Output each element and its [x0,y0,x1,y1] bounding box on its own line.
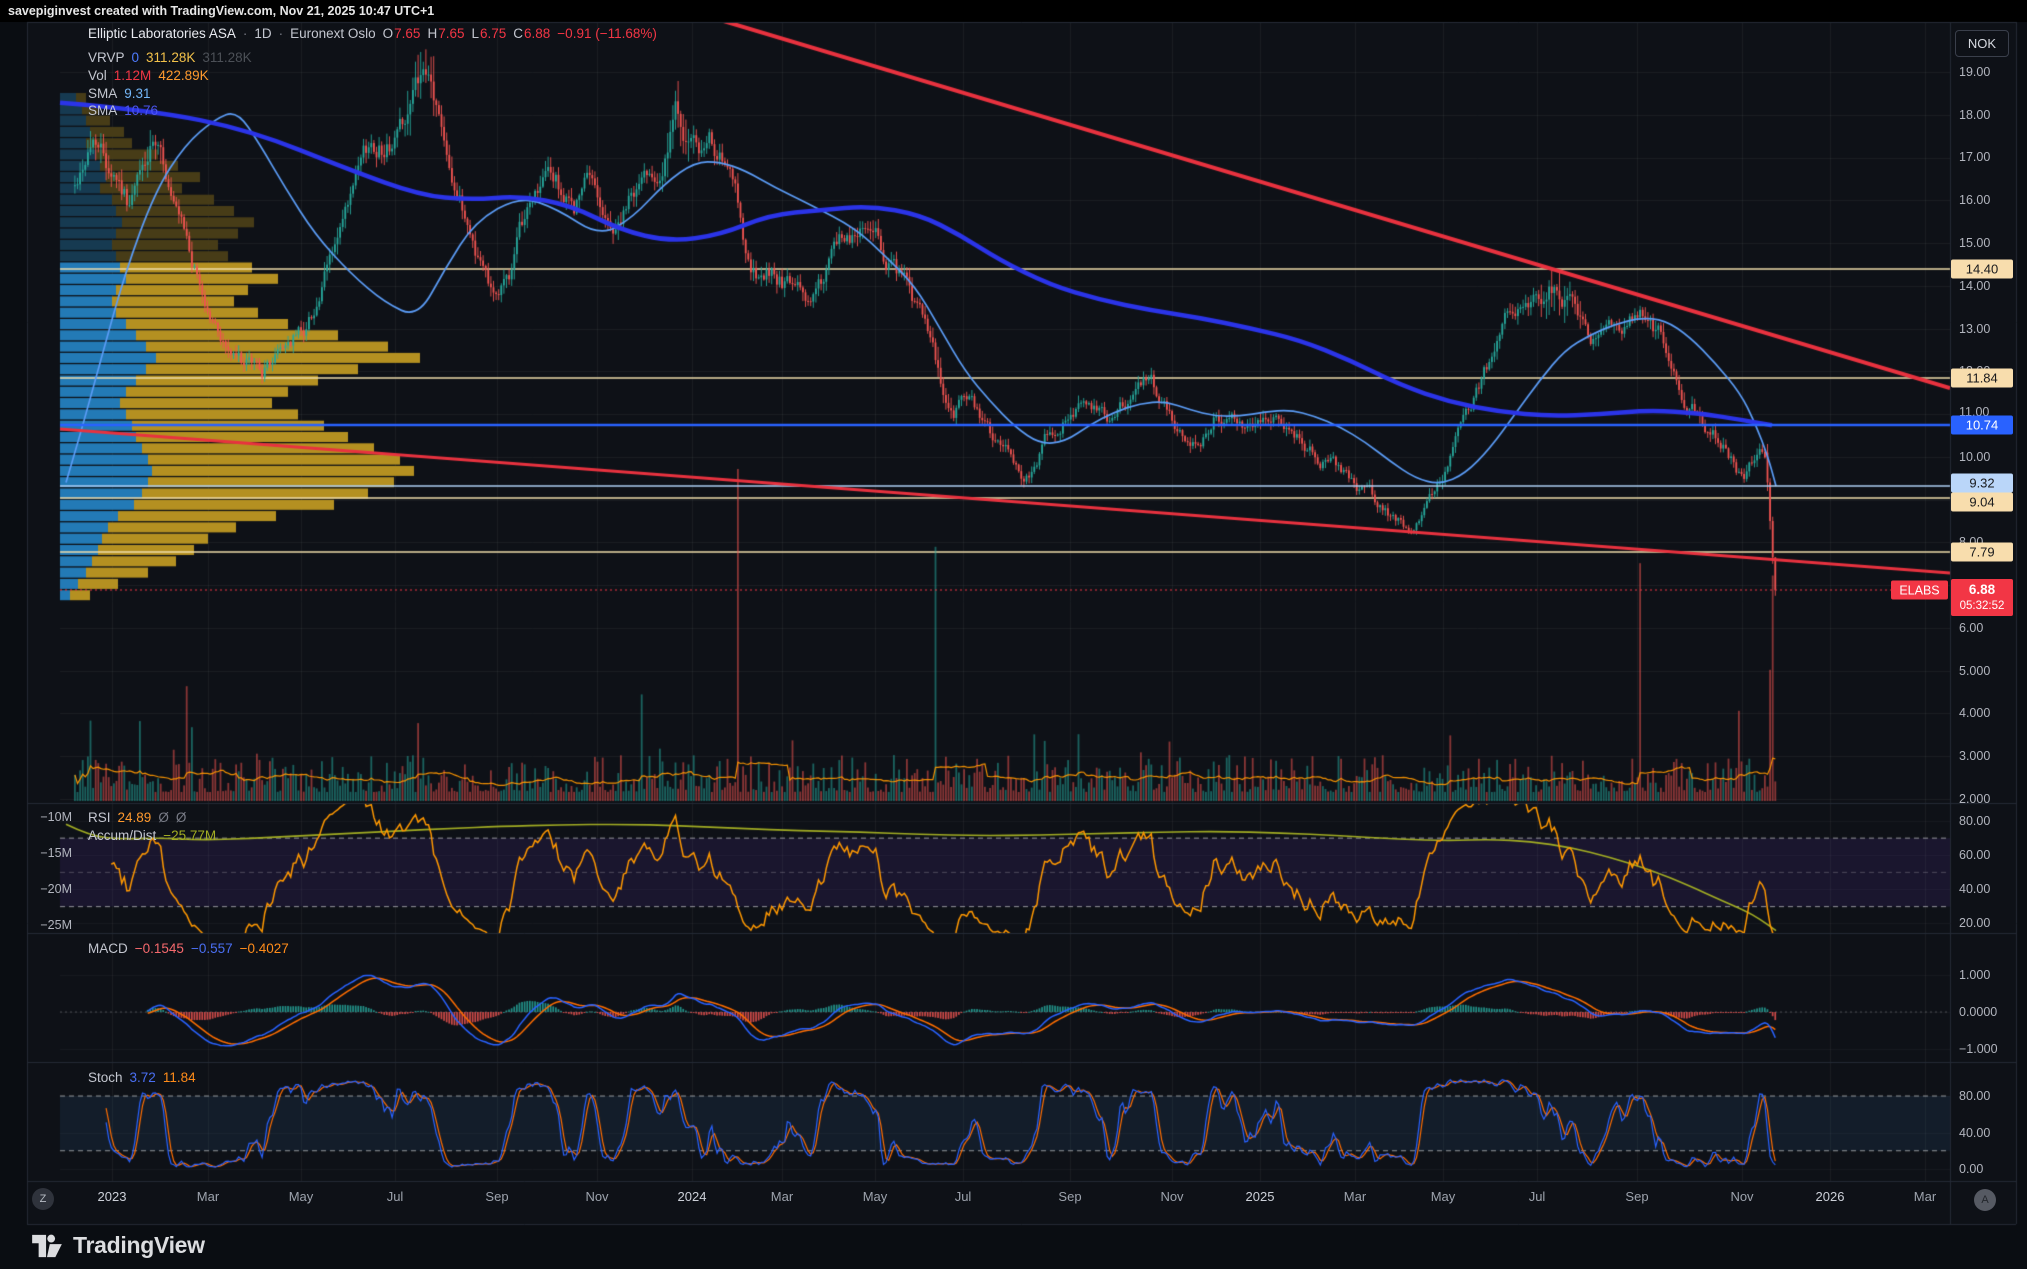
time-tick: Nov [1160,1189,1183,1204]
price-tick: 5.000 [1959,664,1990,678]
stoch-tick: 0.00 [1959,1162,1983,1176]
time-tick: May [289,1189,314,1204]
macd-tick: −1.000 [1959,1042,1998,1056]
rsi-tick: 20.00 [1959,916,1990,930]
symbol-title[interactable]: Elliptic Laboratories ASA [88,26,236,41]
symbol-legend-row[interactable]: Elliptic Laboratories ASA · 1D · Euronex… [88,26,657,41]
price-tick: 18.00 [1959,108,1990,122]
exchange-label: Euronext Oslo [290,26,376,41]
time-axis[interactable]: 2023 Mar May Jul Sep Nov 2024 Mar May Jul Sep Nov 20… [27,1181,2016,1224]
change-value: −0.91 (−11.68%) [557,26,657,41]
time-tick: 2023 [98,1189,127,1204]
time-tick: 2024 [678,1189,707,1204]
time-tick: Sep [1058,1189,1081,1204]
hidden-value-icon: Ø [176,810,187,825]
accum-dist-left-scale[interactable]: −10M −15M −20M −25M [28,803,72,933]
price-tick: 2.000 [1959,792,1990,806]
time-tick: Jul [387,1189,404,1204]
price-tick: 10.00 [1959,450,1990,464]
hidden-value-icon: Ø [158,810,169,825]
adjust-badge[interactable]: A [1974,1189,1996,1211]
price-tick: 3.000 [1959,749,1990,763]
symbol-price-label: ELABS [1891,581,1948,600]
accum-dist-tick: −20M [40,882,72,896]
timezone-badge[interactable]: Z [32,1188,54,1210]
tradingview-wordmark: TradingView [73,1232,205,1259]
time-tick: Mar [1344,1189,1366,1204]
rsi-tick: 60.00 [1959,848,1990,862]
time-tick: Jul [955,1189,972,1204]
price-tick: 13.00 [1959,322,1990,336]
last-price-value: 6.88 [1969,582,1995,599]
volume-legend-row[interactable]: Vol 1.12M 422.89K [88,68,209,83]
price-tick: 17.00 [1959,150,1990,164]
price-level-tag: 9.04 [1951,493,2013,512]
rsi-tick: 40.00 [1959,882,1990,896]
price-tick: 16.00 [1959,193,1990,207]
currency-button[interactable]: NOK [1955,30,2009,57]
price-tick: 6.00 [1959,621,1983,635]
tradingview-mark-icon [30,1233,64,1259]
time-tick: May [863,1189,888,1204]
time-tick: 2026 [1816,1189,1845,1204]
tradingview-logo[interactable]: TradingView [30,1232,205,1259]
price-level-tag: 7.79 [1951,543,2013,562]
time-tick: Nov [585,1189,608,1204]
macd-tick: 0.0000 [1959,1005,1997,1019]
stoch-tick: 80.00 [1959,1089,1990,1103]
last-price-tag: 6.88 05:32:52 [1951,579,2013,616]
high-value: H7.65 [427,26,464,41]
low-value: L6.75 [471,26,506,41]
price-tick: 14.00 [1959,279,1990,293]
sma1-legend-row[interactable]: SMA 9.31 [88,86,151,101]
time-tick: May [1431,1189,1456,1204]
price-tick: 15.00 [1959,236,1990,250]
price-level-tag: 9.32 [1951,474,2013,493]
price-level-tag: 14.40 [1951,260,2013,279]
tradingview-chart-window: { "topbar": {"attribution": "savepiginve… [0,0,2027,1269]
price-level-tag: 10.74 [1951,416,2013,435]
chart-canvas[interactable] [0,0,2027,1269]
sma2-legend-row[interactable]: SMA 10.76 [88,103,158,118]
time-tick: Nov [1730,1189,1753,1204]
open-value: O7.65 [383,26,421,41]
accum-dist-tick: −25M [40,918,72,932]
accum-dist-tick: −10M [40,810,72,824]
close-value: C6.88 [513,26,550,41]
macd-tick: 1.000 [1959,968,1990,982]
bar-countdown: 05:32:52 [1960,599,2005,613]
time-tick: Sep [1625,1189,1648,1204]
accum-dist-legend-row[interactable]: Accum/Dist −25.77M [88,828,216,843]
accum-dist-tick: −15M [40,846,72,860]
rsi-legend-row[interactable]: RSI 24.89 Ø Ø [88,810,186,825]
time-tick: Mar [1914,1189,1936,1204]
rsi-tick: 80.00 [1959,814,1990,828]
time-tick: Sep [485,1189,508,1204]
price-level-tag: 11.84 [1951,369,2013,388]
price-tick: 4.000 [1959,706,1990,720]
stoch-tick: 40.00 [1959,1126,1990,1140]
interval-label[interactable]: 1D [254,26,271,41]
price-tick: 19.00 [1959,65,1990,79]
stoch-legend-row[interactable]: Stoch 3.72 11.84 [88,1070,196,1085]
time-tick: Mar [771,1189,793,1204]
time-tick: Jul [1529,1189,1546,1204]
macd-legend-row[interactable]: MACD −0.1545 −0.557 −0.4027 [88,941,289,956]
vrvp-legend-row[interactable]: VRVP 0 311.28K 311.28K [88,50,252,65]
time-tick: Mar [197,1189,219,1204]
time-tick: 2025 [1246,1189,1275,1204]
